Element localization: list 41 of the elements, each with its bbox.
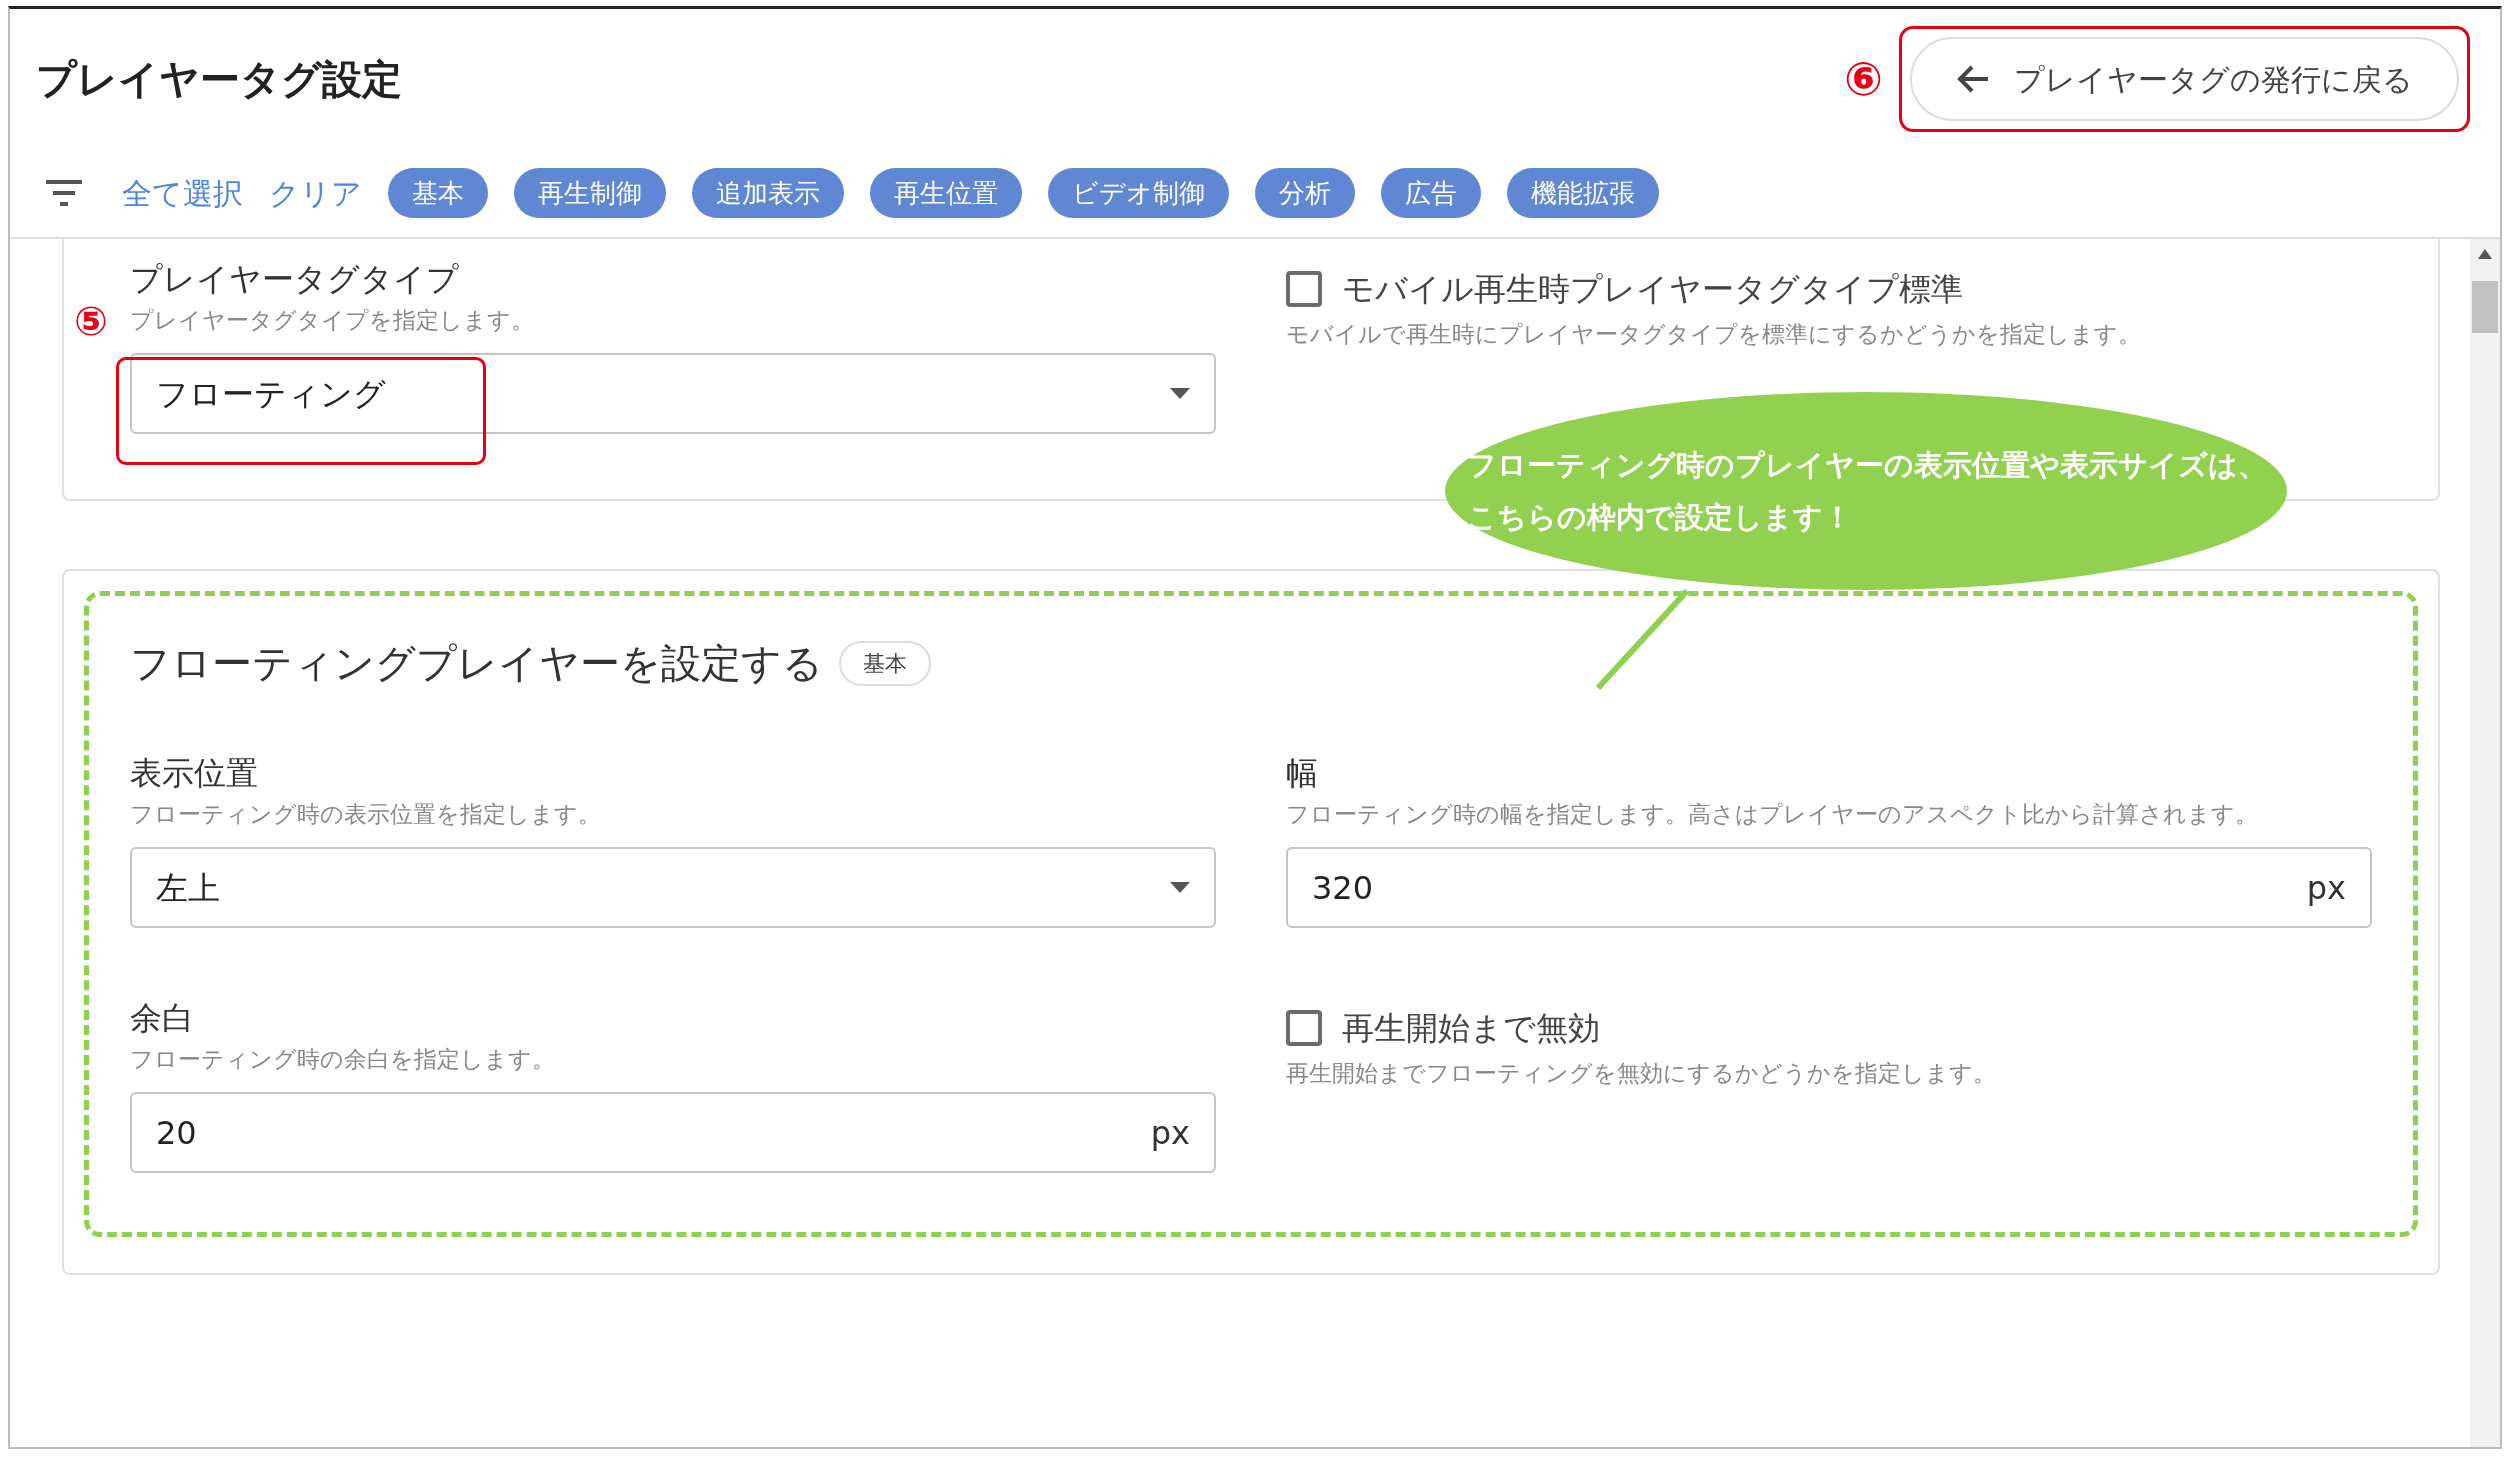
field-hint: モバイルで再生時にプレイヤータグタイプを標準にするかどうかを指定します。 [1286,320,2142,349]
field-hint: フローティング時の余白を指定します。 [130,1045,556,1074]
field-label: プレイヤータグタイプ [130,259,460,299]
checkbox[interactable] [1286,1010,1322,1046]
select-field[interactable]: 左上 [130,847,1216,928]
number-field[interactable]: 20 px [130,1092,1216,1173]
select-all-link[interactable]: 全て選択 [122,170,243,216]
scrollbar-thumb[interactable] [2472,281,2498,333]
field-hint: フローティング時の表示位置を指定します。 [130,800,602,829]
field-hint: フローティング時の幅を指定します。高さはプレイヤーのアスペクト比から計算されます。 [1286,800,2259,829]
dropdown-caret-icon [1170,387,1190,400]
annotation-marker: ⑥ [1844,50,1883,108]
field-label: 余白 [130,998,195,1038]
back-button[interactable]: プレイヤータグの発行に戻る [1910,37,2459,121]
section-title: フローティングプレイヤーを設定する [130,639,823,688]
filter-icon[interactable] [44,179,84,207]
field-label: 幅 [1286,753,1319,793]
clear-link[interactable]: クリア [269,170,362,216]
dropdown-caret-icon [1170,881,1190,894]
filter-chip[interactable]: 基本 [388,168,488,218]
filter-chip[interactable]: 追加表示 [692,168,844,218]
field-hint: プレイヤータグタイプを指定します。 [130,306,535,335]
checkbox[interactable] [1286,271,1322,307]
scroll-up-icon[interactable] [2478,249,2492,259]
select-field[interactable]: フローティング [130,353,1216,434]
number-field[interactable]: 320 px [1286,847,2372,928]
filter-chip[interactable]: 分析 [1255,168,1355,218]
checkbox-label: 再生開始まで無効 [1342,1008,1600,1048]
field-hint: 再生開始までフローティングを無効にするかどうかを指定します。 [1286,1059,1997,1088]
page-title: プレイヤータグ設定 [36,55,402,104]
filter-chip[interactable]: ビデオ制御 [1048,168,1229,218]
filter-chip[interactable]: 広告 [1381,168,1481,218]
filter-chip[interactable]: 機能拡張 [1507,168,1659,218]
callout-text: フローティング時のプレイヤーの表示位置や表示サイズは、 こちらの枠内で設定します！ [1467,447,2267,536]
checkbox-label: モバイル再生時プレイヤータグタイプ標準 [1342,269,1963,309]
field-label: 表示位置 [130,753,259,793]
scrollbar[interactable] [2470,239,2500,1447]
arrow-left-icon [1956,64,1990,94]
filter-chip[interactable]: 再生位置 [870,168,1022,218]
filter-chip[interactable]: 再生制御 [514,168,666,218]
section-tag: 基本 [839,640,931,686]
